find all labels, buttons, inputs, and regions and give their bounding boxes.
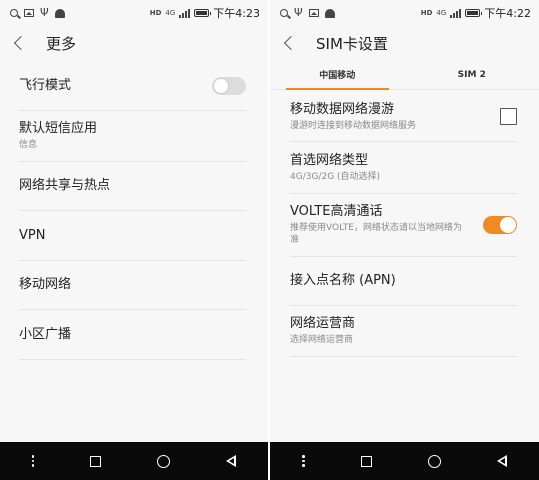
tab-sim2[interactable]: SIM 2 [405,60,539,89]
item-title: 网络运营商 [290,316,356,331]
network-type: 4G [165,9,176,17]
hd-indicator: HD [149,9,162,17]
usb-icon: Ψ [40,6,49,19]
battery-icon [194,9,212,17]
navigation-bar [270,442,539,480]
item-subtitle: 4G/3G/2G (自动选择) [290,171,381,182]
home-icon[interactable] [427,454,441,468]
android-debug-icon [324,8,335,18]
image-notification-icon [24,9,34,17]
status-bar: Ψ HD 4G 下午4:22 [270,0,539,26]
hd-indicator: HD [420,9,433,17]
search-icon [10,9,18,17]
volte-toggle[interactable] [483,216,517,234]
item-subtitle: 漫游时连接到移动数据网络服务 [290,120,417,131]
preferred-network-type-item[interactable]: 首选网络类型 4G/3G/2G (自动选择) [290,142,517,194]
menu-icon[interactable] [31,455,35,467]
recent-apps-icon[interactable] [360,455,372,467]
home-icon[interactable] [157,454,171,468]
tethering-hotspot-item[interactable]: 网络共享与热点 [19,162,246,211]
data-roaming-item[interactable]: 移动数据网络漫游 漫游时连接到移动数据网络服务 [290,92,517,142]
page-title: SIM卡设置 [316,34,388,53]
network-operator-item[interactable]: 网络运营商 选择网络运营商 [290,306,517,357]
sim-settings-list: 移动数据网络漫游 漫游时连接到移动数据网络服务 首选网络类型 4G/3G/2G … [270,92,539,357]
sim-settings-screen: Ψ HD 4G 下午4:22 SIM卡设置 中国移动 SIM 2 移动数据网络漫… [270,0,539,480]
item-title: 小区广播 [19,326,72,342]
sim-tabs: 中国移动 SIM 2 [270,60,539,90]
signal-icon [450,8,462,18]
vpn-item[interactable]: VPN [19,211,246,261]
item-title: 默认短信应用 [19,121,98,136]
signal-icon [179,8,191,18]
apn-item[interactable]: 接入点名称 (APN) [290,257,517,306]
airplane-mode-toggle[interactable] [212,77,246,95]
recent-apps-icon[interactable] [90,455,102,467]
android-debug-icon [54,8,65,18]
mobile-network-item[interactable]: 移动网络 [19,261,246,310]
item-subtitle: 信息 [19,140,38,150]
item-title: 移动网络 [19,277,72,292]
battery-icon [465,9,483,17]
default-sms-app-item[interactable]: 默认短信应用 信息 [19,111,246,162]
item-title: 移动数据网络漫游 [290,101,395,117]
item-title: 首选网络类型 [290,152,369,168]
item-subtitle: 选择网络运营商 [290,335,354,345]
status-bar: Ψ HD 4G 下午4:23 [0,0,268,26]
back-arrow-icon[interactable] [283,35,299,51]
usb-icon: Ψ [294,6,303,19]
airplane-mode-item[interactable]: 飞行模式 [19,62,246,111]
navigation-bar [0,442,268,480]
cell-broadcast-item[interactable]: 小区广播 [19,310,246,360]
title-bar: 更多 [0,26,268,60]
clock: 下午4:23 [213,7,260,20]
back-icon[interactable] [496,455,507,467]
network-type: 4G [436,9,447,17]
back-arrow-icon[interactable] [13,35,29,51]
title-bar: SIM卡设置 [270,26,539,60]
search-icon [280,9,288,17]
settings-list: 飞行模式 默认短信应用 信息 网络共享与热点 VPN 移动网络 小区广播 [0,62,268,360]
item-title: 接入点名称 (APN) [290,273,396,288]
data-roaming-checkbox[interactable] [500,108,517,125]
item-title: VPN [19,227,46,243]
item-subtitle: 推荐使用VOLTE，网络状态请以当地网络为准 [290,223,463,245]
image-notification-icon [308,9,319,17]
page-title: 更多 [46,34,77,53]
item-title: 网络共享与热点 [19,178,111,193]
item-title: VOLTE高清通话 [290,204,383,219]
volte-item[interactable]: VOLTE高清通话 推荐使用VOLTE，网络状态请以当地网络为准 [290,194,517,257]
item-title: 飞行模式 [19,78,72,93]
more-settings-screen: Ψ HD 4G 下午4:23 更多 飞行模式 默认短信应用 信息 网络共享与热点… [0,0,268,480]
clock: 下午4:22 [484,7,531,20]
back-icon[interactable] [226,455,237,467]
menu-icon[interactable] [302,455,305,467]
tab-sim1[interactable]: 中国移动 [270,60,405,90]
